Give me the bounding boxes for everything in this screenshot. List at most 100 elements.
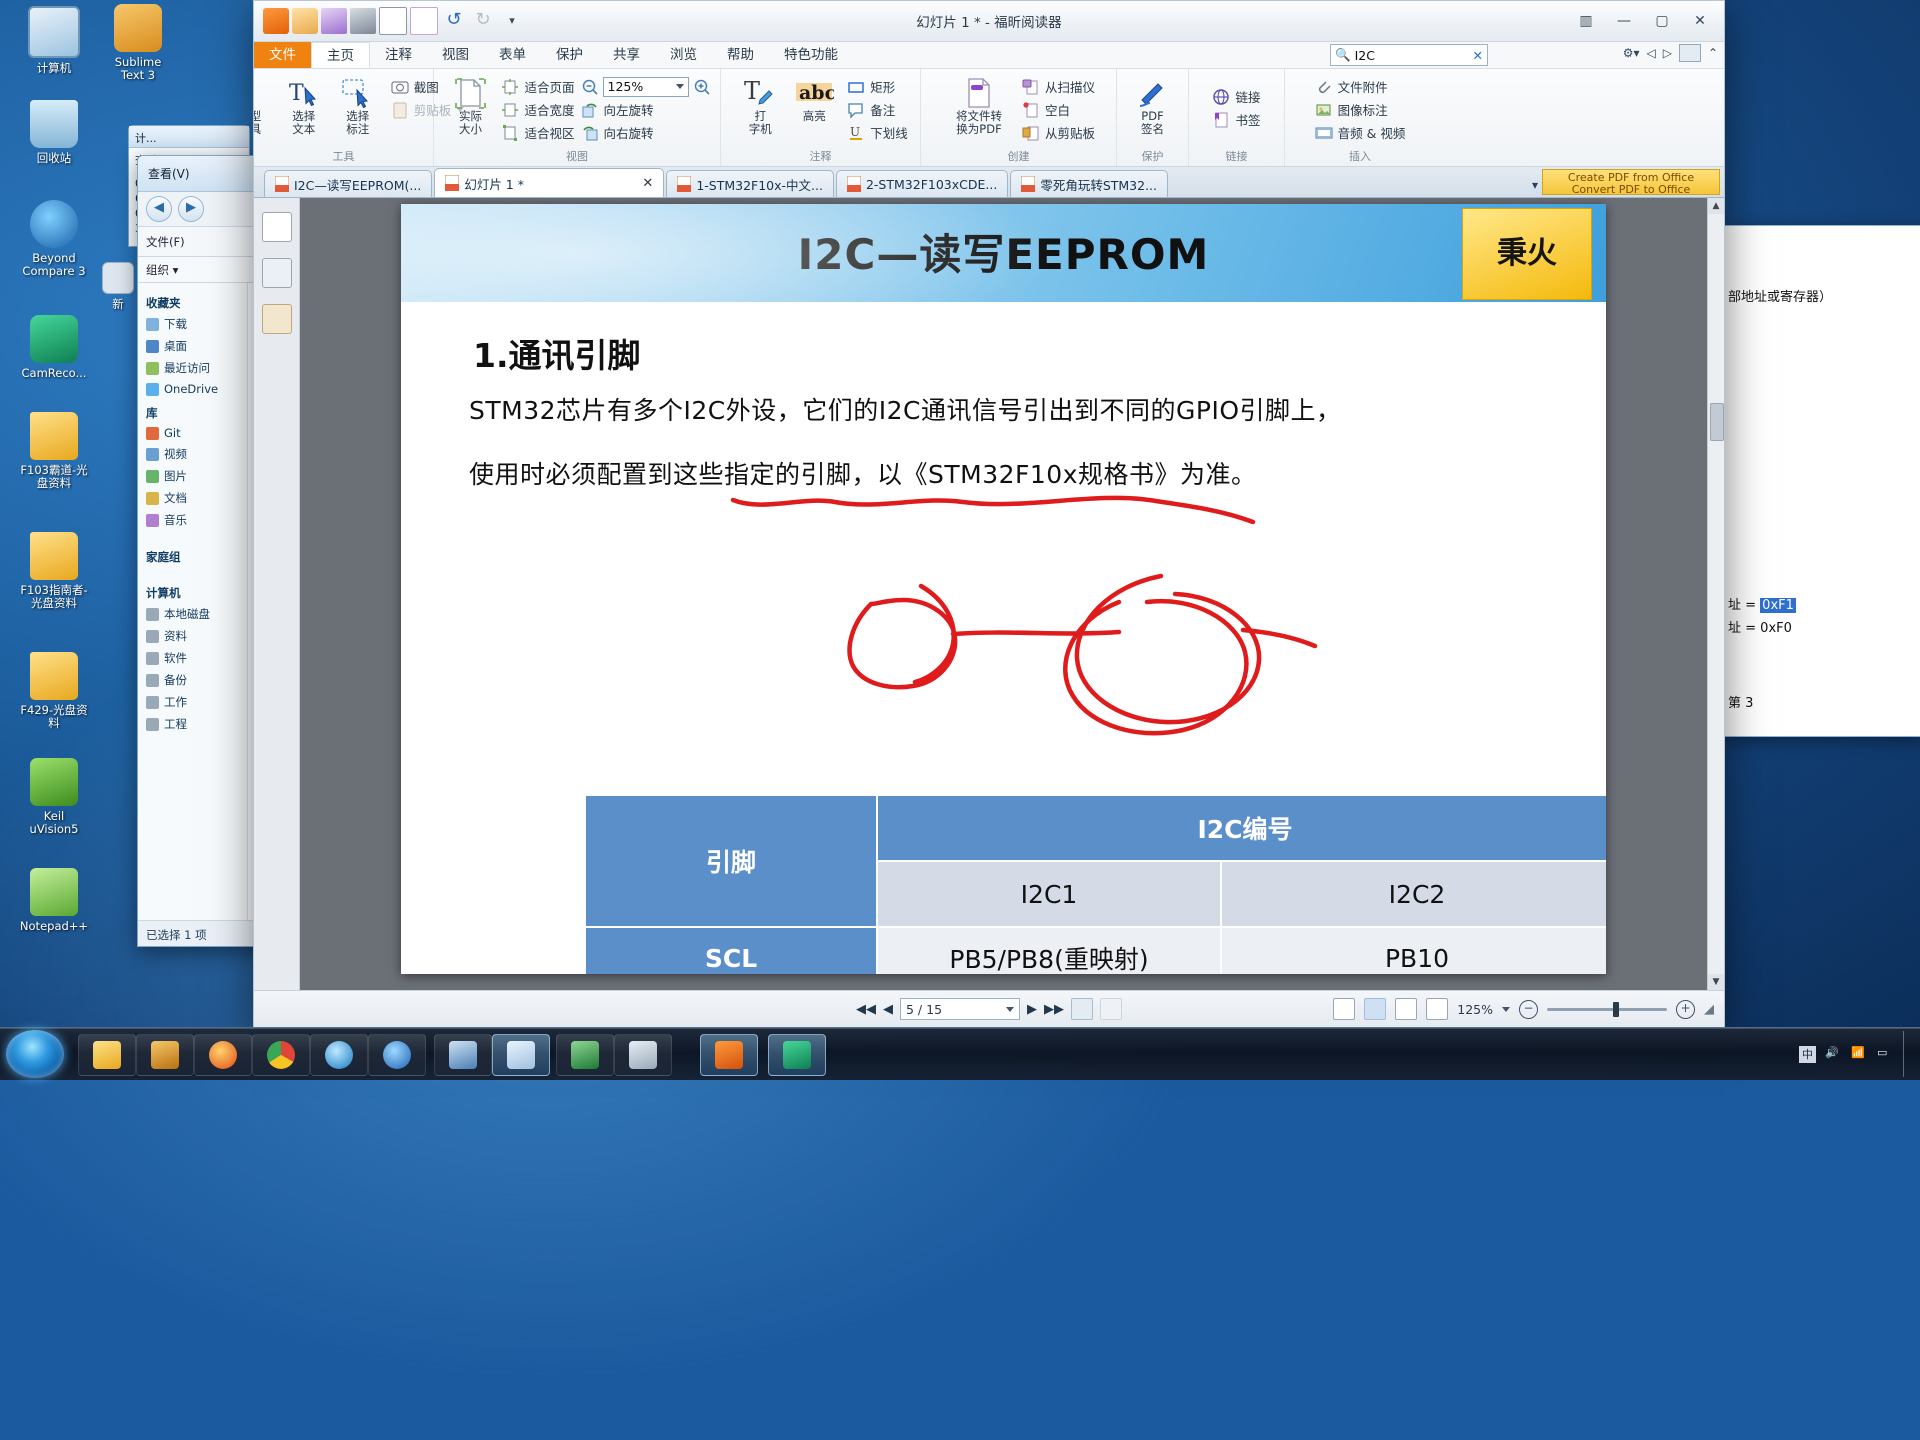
ribbon[interactable]: 手型 工具 T 选择 文本 选择 标注 xyxy=(254,69,1724,167)
forward-button[interactable]: ▶ xyxy=(178,196,204,222)
fit-visible-button[interactable]: 适合视区 xyxy=(501,122,575,143)
new-icon[interactable] xyxy=(410,7,438,35)
taskbar-item-keil[interactable] xyxy=(492,1034,550,1076)
tree-item[interactable]: 工程 xyxy=(144,713,247,735)
convert-to-pdf-button[interactable]: 将文件转 换为PDF xyxy=(942,74,1016,136)
vertical-scrollbar[interactable]: ▲ ▼ xyxy=(1707,198,1724,990)
from-scanner-button[interactable]: 从扫描仪 xyxy=(1022,76,1095,97)
print-icon[interactable] xyxy=(350,8,376,34)
undo-icon[interactable]: ↺ xyxy=(441,8,467,34)
tab-help[interactable]: 帮助 xyxy=(712,42,769,68)
gear-icon[interactable]: ⚙▾ xyxy=(1623,46,1640,60)
page-navigation[interactable]: ◀◀ ◀ 5 / 15 ▶ ▶▶ xyxy=(856,998,1122,1020)
tab-home[interactable]: 主页 xyxy=(311,42,370,68)
fit-width-button[interactable]: 适合宽度 xyxy=(501,99,575,120)
save-icon[interactable] xyxy=(321,8,347,34)
taskbar-item-explorer[interactable] xyxy=(78,1034,136,1076)
last-page-button[interactable]: ▶▶ xyxy=(1044,1002,1064,1017)
desktop-icon-notepadpp[interactable]: Notepad++ xyxy=(6,868,102,933)
minimize-button[interactable]: — xyxy=(1606,7,1642,35)
taskbar-item-app[interactable] xyxy=(434,1034,492,1076)
search-input[interactable]: I2C xyxy=(1355,48,1375,63)
actual-size-button[interactable]: 实际 大小 xyxy=(443,74,497,136)
blank-page-button[interactable]: 空白 xyxy=(1022,99,1095,120)
taskbar-item-ie[interactable] xyxy=(368,1034,426,1076)
slide-page[interactable]: I2C—读写EEPROM 秉火 1.通讯引脚 STM32芯片有多个I2C外设，它… xyxy=(401,204,1606,974)
scroll-up-arrow[interactable]: ▲ xyxy=(1708,198,1724,214)
open-icon[interactable] xyxy=(292,8,318,34)
tree-item[interactable]: 本地磁盘 xyxy=(144,603,247,625)
previous-page-button[interactable]: ◀ xyxy=(883,1002,893,1017)
grid-view-icon[interactable]: ▥ xyxy=(1568,7,1604,35)
explorer-tree[interactable]: 收藏夹 下载 桌面 最近访问 OneDrive 库 Git 视频 图片 文档 音… xyxy=(138,283,248,943)
desktop-icon-camrecorder[interactable]: CamReco... xyxy=(6,315,102,380)
add-page-icon[interactable] xyxy=(1071,998,1093,1020)
zoom-slider-thumb[interactable] xyxy=(1613,1001,1619,1017)
tree-item[interactable]: 备份 xyxy=(144,669,247,691)
doc-tab-2[interactable]: 1-STM32F10x-中文... xyxy=(666,170,834,197)
customize-qat-icon[interactable]: ▾ xyxy=(499,8,525,34)
link-button[interactable]: 链接 xyxy=(1212,86,1261,107)
page-scroll-container[interactable]: I2C—读写EEPROM 秉火 1.通讯引脚 STM32芯片有多个I2C外设，它… xyxy=(300,198,1707,990)
scroll-down-arrow[interactable]: ▼ xyxy=(1708,974,1724,990)
tree-item[interactable]: 工作 xyxy=(144,691,247,713)
continuous-icon[interactable] xyxy=(1364,998,1387,1020)
side-panel[interactable] xyxy=(254,198,300,990)
desktop-icon-folder-f103-zhinanzhe[interactable]: F103指南者- 光盘资料 xyxy=(6,532,102,610)
tree-group[interactable]: 家庭组 xyxy=(144,543,247,567)
next-arrow-icon[interactable]: ▷ xyxy=(1663,46,1672,60)
select-annotation-button[interactable]: 选择 标注 xyxy=(331,74,385,136)
tree-item[interactable]: 图片 xyxy=(144,465,247,487)
desktop-icon-computer[interactable]: 计算机 xyxy=(6,6,102,75)
back-button[interactable]: ◀ xyxy=(146,196,172,222)
maximize-button[interactable]: ▢ xyxy=(1644,7,1680,35)
menu-tab-strip[interactable]: 文件 主页 注释 视图 表单 保护 共享 浏览 帮助 特色功能 🔍 I2C ✕ … xyxy=(254,42,1724,69)
pdf-sign-button[interactable]: PDF 签名 xyxy=(1126,74,1180,136)
next-page-button[interactable]: ▶ xyxy=(1027,1002,1037,1017)
desktop-icon-folder-f429[interactable]: F429-光盘资 料 xyxy=(6,652,102,730)
taskbar-item-safari[interactable] xyxy=(310,1034,368,1076)
bookmarks-panel-icon[interactable] xyxy=(261,258,292,288)
network-icon[interactable]: 📶 xyxy=(1851,1046,1868,1063)
tree-item[interactable]: 下载 xyxy=(144,313,247,335)
zoom-out-icon[interactable] xyxy=(581,78,599,96)
zoom-in-icon[interactable] xyxy=(693,78,711,96)
zoom-control[interactable]: 125% xyxy=(581,76,711,97)
chevron-down-icon[interactable] xyxy=(1006,1006,1014,1012)
select-text-button[interactable]: T 选择 文本 xyxy=(277,74,331,136)
prev-arrow-icon[interactable]: ◁ xyxy=(1646,46,1655,60)
first-page-button[interactable]: ◀◀ xyxy=(856,1002,876,1017)
zoom-slider[interactable] xyxy=(1547,1001,1667,1017)
lang-ime-icon[interactable]: 中 xyxy=(1799,1045,1816,1063)
desktop-icon-folder-f103-badao[interactable]: F103霸道-光 盘资料 xyxy=(6,412,102,490)
chevron-down-icon[interactable] xyxy=(675,84,684,89)
tab-file[interactable]: 文件 xyxy=(254,42,311,68)
desktop-icon-sublime[interactable]: Sublime Text 3 xyxy=(90,4,186,82)
zoom-out-button[interactable]: − xyxy=(1519,999,1538,1019)
tree-item[interactable]: 最近访问 xyxy=(144,357,247,379)
zoom-in-button[interactable]: + xyxy=(1676,999,1695,1019)
tab-browse[interactable]: 浏览 xyxy=(655,42,712,68)
desktop-icon-beyond-compare[interactable]: Beyond Compare 3 xyxy=(6,200,102,278)
doc-tab-3[interactable]: 2-STM32F103xCDE... xyxy=(835,170,1009,197)
from-clipboard-button[interactable]: 从剪贴板 xyxy=(1022,122,1095,143)
taskbar-item-excel[interactable] xyxy=(556,1034,614,1076)
tree-item[interactable]: 资料 xyxy=(144,625,247,647)
rotate-left-button[interactable]: 向左旋转 xyxy=(581,99,711,120)
page-view-area[interactable]: I2C—读写EEPROM 秉火 1.通讯引脚 STM32芯片有多个I2C外设，它… xyxy=(254,198,1724,990)
menu-right-controls[interactable]: ⚙▾ ◁ ▷ ⌃ xyxy=(1623,44,1718,62)
rotate-right-button[interactable]: 向右旋转 xyxy=(581,122,711,143)
status-bar[interactable]: ◀◀ ◀ 5 / 15 ▶ ▶▶ 125% − + ◢ xyxy=(254,990,1724,1027)
close-tab-icon[interactable]: ✕ xyxy=(642,176,653,191)
tree-item[interactable]: 文档 xyxy=(144,487,247,509)
image-annotation-button[interactable]: 图像标注 xyxy=(1315,99,1406,120)
audio-video-button[interactable]: 音频 & 视频 xyxy=(1315,122,1405,143)
tab-form[interactable]: 表单 xyxy=(484,42,541,68)
search-box[interactable]: 🔍 I2C ✕ xyxy=(1330,44,1488,66)
tab-share[interactable]: 共享 xyxy=(598,42,655,68)
attachments-panel-icon[interactable] xyxy=(261,304,292,334)
tab-view[interactable]: 视图 xyxy=(427,42,484,68)
split-icon[interactable] xyxy=(1426,998,1449,1020)
system-tray[interactable]: 中 🔊 📶 ▭ xyxy=(1799,1028,1914,1080)
bookmark-button[interactable]: 书签 xyxy=(1212,109,1261,130)
